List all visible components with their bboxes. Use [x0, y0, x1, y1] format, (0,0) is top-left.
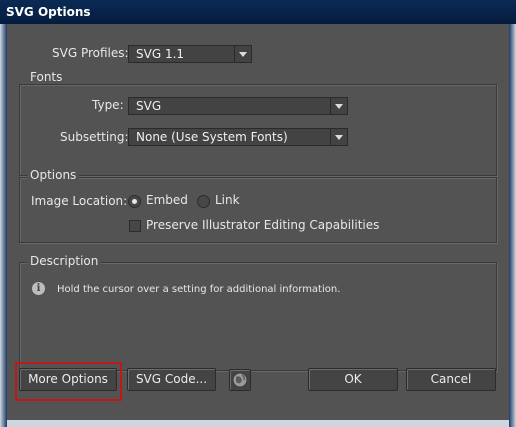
subsetting-dropdown[interactable]: None (Use System Fonts) [128, 128, 348, 146]
ok-button[interactable]: OK [308, 368, 398, 391]
svg-profiles-label: SVG Profiles: [52, 46, 129, 60]
globe-icon [232, 372, 248, 388]
embed-radio[interactable] [128, 195, 141, 208]
description-text: Hold the cursor over a setting for addit… [57, 284, 341, 295]
description-group-title: Description [27, 254, 102, 268]
preserve-editing-checkbox[interactable] [129, 220, 141, 232]
svg-options-window: SVG Options SVG Profiles: SVG 1.1 Fonts … [0, 0, 516, 427]
cancel-button[interactable]: Cancel [406, 368, 496, 391]
dialog-body: SVG Profiles: SVG 1.1 Fonts Type: SVG Su… [7, 24, 509, 420]
image-location-label: Image Location: [31, 194, 128, 208]
info-icon: i [32, 282, 45, 295]
description-group [19, 262, 497, 371]
svg-profiles-value: SVG 1.1 [136, 47, 185, 61]
preserve-editing-label[interactable]: Preserve Illustrator Editing Capabilitie… [146, 218, 379, 232]
chevron-down-icon [330, 129, 347, 145]
options-group-title: Options [27, 168, 80, 182]
link-radio[interactable] [197, 195, 210, 208]
title-bar[interactable]: SVG Options [0, 0, 516, 24]
subsetting-label: Subsetting: [60, 130, 129, 144]
subsetting-value: None (Use System Fonts) [136, 130, 288, 144]
window-border-right [509, 24, 516, 427]
font-type-dropdown[interactable]: SVG [128, 97, 348, 115]
embed-label[interactable]: Embed [146, 193, 188, 207]
svg-code-button[interactable]: SVG Code... [127, 368, 216, 391]
globe-button[interactable] [229, 369, 251, 391]
chevron-down-icon [330, 98, 347, 114]
window-border-left [0, 24, 7, 427]
fonts-group-title: Fonts [27, 70, 66, 84]
font-type-value: SVG [136, 99, 162, 113]
options-group [19, 177, 497, 243]
svg-profiles-dropdown[interactable]: SVG 1.1 [128, 45, 252, 63]
font-type-label: Type: [92, 98, 124, 112]
link-label[interactable]: Link [215, 193, 240, 207]
more-options-button[interactable]: More Options [19, 368, 117, 391]
window-title: SVG Options [6, 5, 91, 19]
chevron-down-icon [234, 46, 251, 62]
